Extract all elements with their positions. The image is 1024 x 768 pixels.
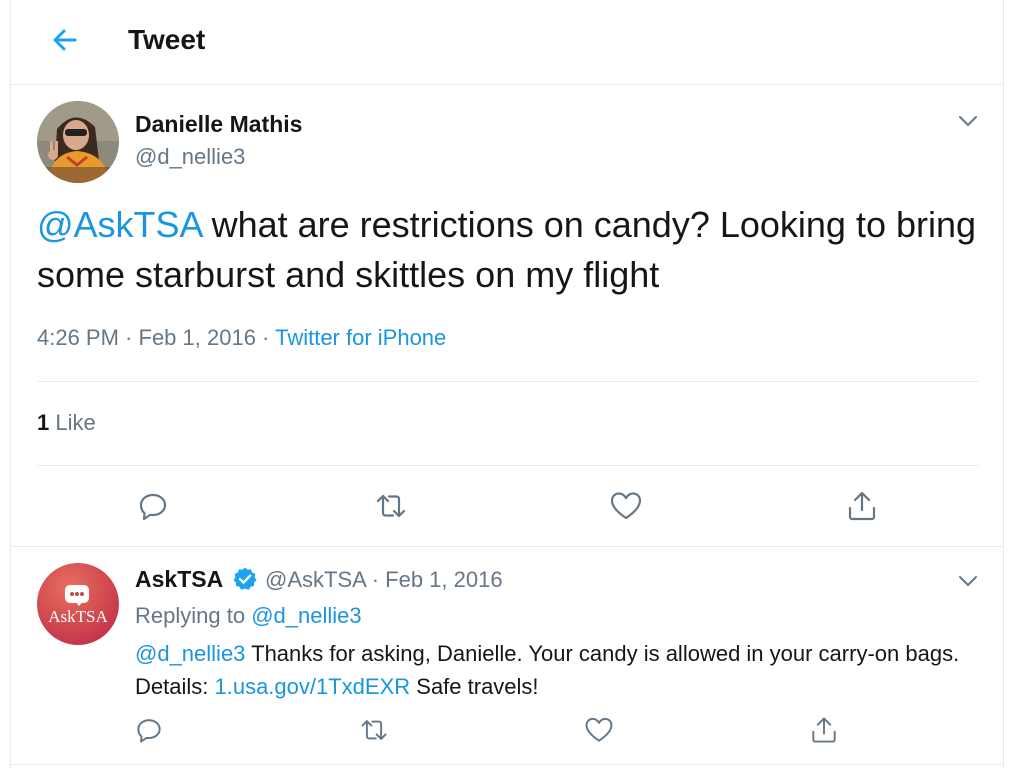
retweet-button[interactable] [373,488,409,524]
reply-date[interactable]: Feb 1, 2016 [385,567,502,592]
tweet-separator [11,764,1003,765]
arrow-left-icon [53,29,77,51]
reply-author-handle[interactable]: @AskTSA [265,567,366,592]
avatar-photo [37,101,119,183]
tweet-time[interactable]: 4:26 PM [37,325,119,350]
author-name[interactable]: Danielle Mathis [135,111,302,138]
share-icon [812,717,836,743]
replying-handle-link[interactable]: @d_nellie3 [251,603,361,628]
tweet-options-button[interactable] [955,108,981,134]
divider [37,381,979,382]
reply-handle-date: @AskTSA · Feb 1, 2016 [265,567,503,593]
avatar[interactable] [37,101,119,183]
meta-separator: · [255,325,276,350]
tweet-text: @AskTSA what are restrictions on candy? … [37,200,977,300]
tweet-meta: 4:26 PM · Feb 1, 2016 · Twitter for iPho… [37,325,446,351]
verified-badge-icon [232,566,258,592]
details-link[interactable]: 1.usa.gov/1TxdEXR [214,674,410,699]
reply-avatar[interactable]: AskTSA [37,563,119,645]
tweet-source-link[interactable]: Twitter for iPhone [275,325,446,350]
reply-share-button[interactable] [808,714,840,746]
likes-count[interactable]: 1 Like [37,410,96,436]
mention-link[interactable]: @AskTSA [37,204,202,245]
page-header: Tweet [11,0,1003,85]
page-title: Tweet [128,24,206,55]
tweet-date[interactable]: Feb 1, 2016 [139,325,256,350]
divider [37,465,979,466]
like-count-value: 1 [37,410,50,435]
like-count-label: Like [49,410,96,435]
reply-author-name[interactable]: AskTSA [135,566,223,593]
reply-icon [139,493,167,521]
meta-separator: · [365,567,386,592]
heart-icon [585,717,613,742]
reply-text: @d_nellie3 Thanks for asking, Danielle. … [135,637,965,703]
avatar-logo-text: AskTSA [48,607,108,626]
tweet-separator [11,546,1003,547]
reply-reply-button[interactable] [133,714,165,746]
like-button[interactable] [608,488,644,524]
replying-to: Replying to @d_nellie3 [135,603,362,629]
chat-bubble-icon [65,585,89,606]
reply-body-end: Safe travels! [410,674,539,699]
reply-like-button[interactable] [583,714,615,746]
meta-separator: · [118,325,139,350]
retweet-icon [376,494,406,518]
reply-button[interactable] [135,488,171,524]
reply-retweet-button[interactable] [358,714,390,746]
share-button[interactable] [844,488,880,524]
author-handle[interactable]: @d_nellie3 [135,144,245,170]
retweet-icon [361,720,387,740]
replying-label: Replying to [135,603,252,628]
heart-icon [610,492,642,520]
tweet-column: Tweet Danielle Mathis @d_nellie3 @AskTSA… [10,0,1004,768]
back-button[interactable] [47,22,83,58]
reply-icon [137,719,161,743]
reply-options-button[interactable] [955,568,981,594]
share-icon [848,491,876,521]
chevron-down-icon [959,116,977,126]
mention-link[interactable]: @d_nellie3 [135,641,245,666]
chevron-down-icon [959,576,977,586]
